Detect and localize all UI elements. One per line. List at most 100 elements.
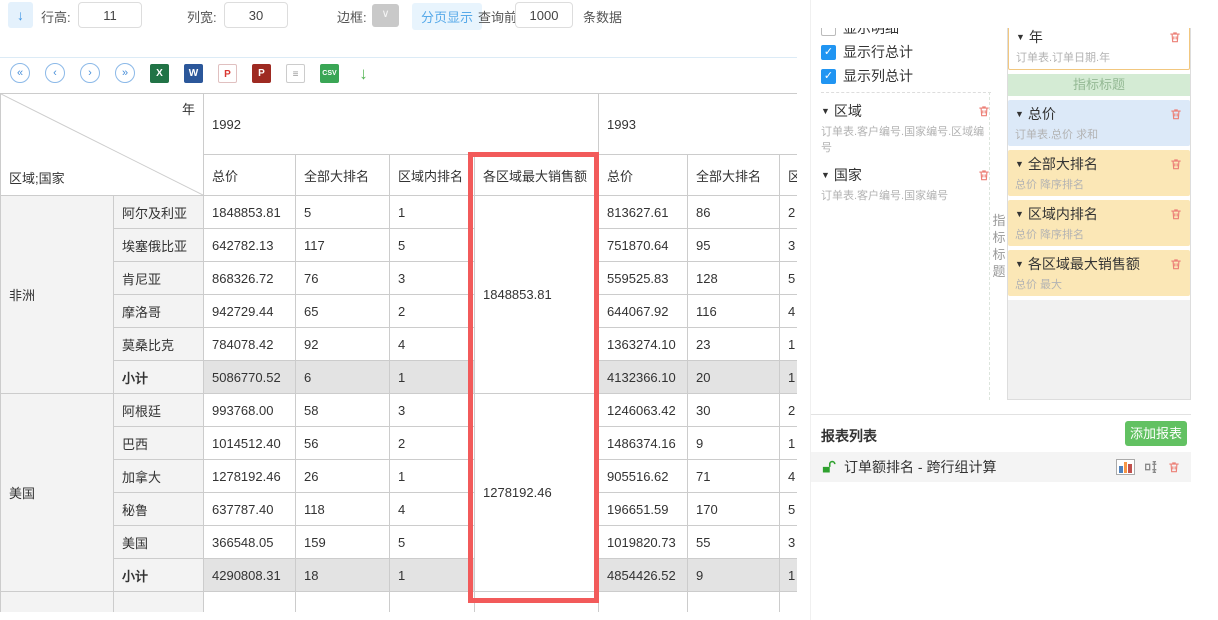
metric-name: 各区域最大销售额	[1028, 254, 1169, 274]
pivot-cell: 642782.13	[204, 229, 296, 262]
next-page-icon[interactable]: ›	[80, 63, 100, 83]
option-label: 显示行总计	[843, 42, 913, 62]
pivot-cell: 1486374.16	[599, 427, 688, 460]
option-label: 显示列总计	[843, 66, 913, 86]
border-dropdown[interactable]: ∨	[372, 4, 399, 27]
unlock-icon[interactable]	[821, 460, 836, 475]
pivot-cell: 92	[296, 328, 390, 361]
option-label: 显示明细	[843, 28, 899, 38]
pivot-cell: 1	[780, 427, 797, 460]
metric-title-vertical-label: 指标标题	[992, 212, 1006, 280]
option-show-col-totals[interactable]: ✓ 显示列总计	[821, 64, 989, 88]
pivot-cell: 26	[296, 460, 390, 493]
trash-icon[interactable]	[1168, 30, 1182, 44]
chevron-down-icon[interactable]: ▼	[821, 106, 830, 116]
pivot-cell: 65	[296, 295, 390, 328]
table-row: 美国 阿根廷 993768.00 58 3 1278192.46 1246063…	[1, 394, 798, 427]
export-csv-icon[interactable]: CSV	[320, 64, 339, 83]
first-page-icon[interactable]: «	[10, 63, 30, 83]
country-cell: 埃塞俄比亚	[114, 229, 204, 262]
pivot-cell: 1278192.46	[204, 460, 296, 493]
measure-header: 各区域最大销售额	[475, 155, 599, 196]
toolbar-settings: ↓ 行高: 列宽: 边框: ∨ 分页显示 查询前 条数据	[0, 0, 797, 30]
pivot-cell: 4	[780, 460, 797, 493]
export-word-icon[interactable]: W	[184, 64, 203, 83]
pivot-cell: 868326.72	[204, 262, 296, 295]
export-excel-icon[interactable]: X	[150, 64, 169, 83]
pivot-cell: 1	[780, 328, 797, 361]
subtotal-cell: 20	[688, 361, 780, 394]
chevron-down-icon[interactable]: ▼	[821, 170, 830, 180]
pivot-cell: 2	[390, 295, 475, 328]
chart-icon[interactable]	[1116, 459, 1135, 475]
metric-title-header: 指标标题	[1008, 74, 1190, 96]
checkbox-checked-icon[interactable]: ✓	[821, 69, 836, 84]
trash-icon[interactable]	[1169, 207, 1183, 221]
prev-page-icon[interactable]: ‹	[45, 63, 65, 83]
collapse-toolbar-button[interactable]: ↓	[8, 2, 33, 28]
rename-icon[interactable]	[1143, 459, 1159, 475]
field-name: 年	[1029, 28, 1168, 47]
pivot-cell: 5	[780, 493, 797, 526]
chevron-down-icon: ∨	[381, 8, 389, 20]
subtotal-cell: 5086770.52	[204, 361, 296, 394]
table-row: 美国 366548.05 159 5 1019820.73 55 3	[1, 526, 798, 559]
metric-total-price[interactable]: ▼ 总价 订单表.总价 求和	[1008, 100, 1190, 146]
measure-header: 全部大排名	[688, 155, 780, 196]
chevron-down-icon[interactable]: ▼	[1016, 32, 1025, 42]
pivot-cell: 170	[688, 493, 780, 526]
corner-header-cell: 年 区域;国家	[1, 94, 204, 196]
display-options: 显示明细 ✓ 显示行总计 ✓ 显示列总计	[821, 28, 989, 88]
query-prefix-label: 查询前	[478, 7, 517, 26]
field-country[interactable]: ▼ 国家 订单表.客户编号.国家编号	[821, 165, 991, 203]
country-cell: 摩洛哥	[114, 295, 204, 328]
pivot-cell: 30	[688, 394, 780, 427]
option-show-row-totals[interactable]: ✓ 显示行总计	[821, 40, 989, 64]
field-region[interactable]: ▼ 区域 订单表.客户编号.国家编号.区域编号	[821, 101, 991, 155]
pivot-cell: 95	[688, 229, 780, 262]
row-height-label: 行高:	[41, 7, 71, 26]
country-cell: 阿尔及利亚	[114, 196, 204, 229]
option-show-detail[interactable]: 显示明细	[821, 28, 989, 40]
pagination-toggle-button[interactable]: 分页显示	[412, 3, 482, 30]
export-text-icon[interactable]: ≡	[286, 64, 305, 83]
query-limit-input[interactable]	[515, 2, 573, 28]
chevron-down-icon[interactable]: ▼	[1015, 259, 1024, 269]
checkbox-checked-icon[interactable]: ✓	[821, 45, 836, 60]
metric-region-max[interactable]: ▼ 各区域最大销售额 总价 最大	[1008, 250, 1190, 296]
report-list-title: 报表列表	[821, 426, 877, 446]
download-icon[interactable]: ↓	[354, 64, 373, 83]
trash-icon[interactable]	[1169, 157, 1183, 171]
trash-icon[interactable]	[1167, 460, 1181, 474]
pivot-cell: 9	[688, 427, 780, 460]
trash-icon[interactable]	[1169, 257, 1183, 271]
pivot-cell: 5	[390, 229, 475, 262]
pivot-cell: 117	[296, 229, 390, 262]
checkbox-unchecked-icon[interactable]	[821, 28, 836, 36]
trash-icon[interactable]	[1169, 107, 1183, 121]
metric-desc: 订单表.总价 求和	[1015, 126, 1183, 142]
export-pdf-icon[interactable]: P	[218, 64, 237, 83]
chevron-down-icon[interactable]: ▼	[1015, 109, 1024, 119]
pivot-cell: 56	[296, 427, 390, 460]
last-page-icon[interactable]: »	[115, 63, 135, 83]
metric-overall-rank[interactable]: ▼ 全部大排名 总价 降序排名	[1008, 150, 1190, 196]
subtotal-cell: 4132366.10	[599, 361, 688, 394]
pivot-cell: 128	[688, 262, 780, 295]
country-cell: 阿根廷	[114, 394, 204, 427]
chevron-down-icon[interactable]: ▼	[1015, 209, 1024, 219]
col-width-input[interactable]	[224, 2, 288, 28]
pivot-cell: 118	[296, 493, 390, 526]
add-report-button[interactable]: 添加报表	[1125, 421, 1187, 446]
print-icon[interactable]: P	[252, 64, 271, 83]
row-height-input[interactable]	[78, 2, 142, 28]
report-list-item[interactable]: 订单额排名 - 跨行组计算	[811, 452, 1191, 482]
pivot-cell: 3	[780, 526, 797, 559]
field-year[interactable]: ▼ 年 订单表.订单日期.年	[1008, 28, 1190, 70]
pivot-cell: 3	[390, 262, 475, 295]
table-row: 肯尼亚 868326.72 76 3 559525.83 128 5	[1, 262, 798, 295]
chevron-down-icon[interactable]: ▼	[1015, 159, 1024, 169]
region-cell: 美国	[1, 394, 114, 592]
metric-desc: 总价 降序排名	[1015, 176, 1183, 192]
metric-region-rank[interactable]: ▼ 区域内排名 总价 降序排名	[1008, 200, 1190, 246]
